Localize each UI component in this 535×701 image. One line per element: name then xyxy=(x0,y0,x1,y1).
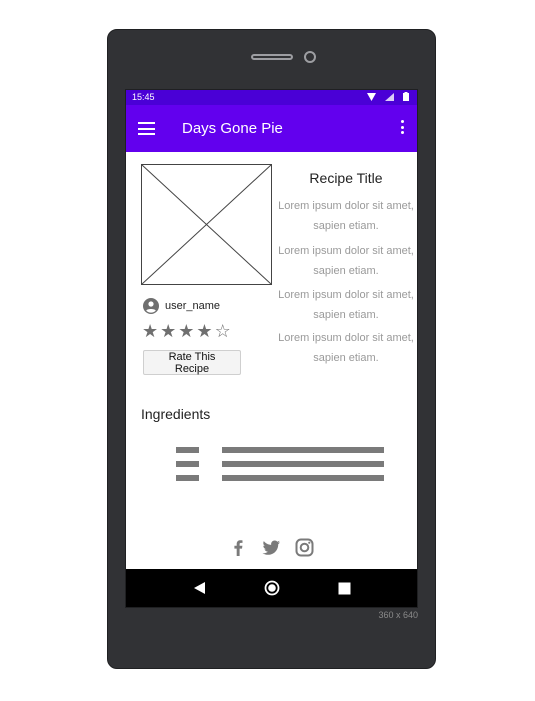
device-size-label: 360 x 640 xyxy=(378,610,418,620)
recipe-description-1: Lorem ipsum dolor sit amet, sapien etiam… xyxy=(278,200,414,232)
status-bar: 15:45 xyxy=(126,90,417,105)
star-filled-icon[interactable]: ★ xyxy=(196,322,212,340)
status-icons xyxy=(367,92,409,101)
hamburger-menu-icon[interactable] xyxy=(138,122,155,135)
wifi-icon xyxy=(367,92,376,101)
overflow-menu-icon[interactable] xyxy=(399,120,405,138)
status-time: 15:45 xyxy=(132,92,155,102)
app-title: Days Gone Pie xyxy=(182,120,283,137)
recipe-description-3: Lorem ipsum dolor sit amet, sapien etiam… xyxy=(278,289,414,321)
ingredient-bullet xyxy=(176,475,199,481)
battery-icon xyxy=(403,92,409,101)
recipe-description-2: Lorem ipsum dolor sit amet, sapien etiam… xyxy=(278,245,414,277)
recipe-description-4: Lorem ipsum dolor sit amet, sapien etiam… xyxy=(278,332,414,364)
ingredients-title: Ingredients xyxy=(141,406,211,422)
rate-recipe-button[interactable]: Rate This Recipe xyxy=(143,350,241,375)
ingredient-bullet xyxy=(176,461,199,467)
user-row: user_name xyxy=(143,298,220,314)
star-rating[interactable]: ★ ★ ★ ★ ☆ xyxy=(142,322,231,340)
back-icon[interactable] xyxy=(193,581,206,595)
social-links xyxy=(126,538,417,557)
star-filled-icon[interactable]: ★ xyxy=(178,322,194,340)
instagram-icon[interactable] xyxy=(295,538,314,557)
navigation-bar xyxy=(126,569,417,607)
ingredient-line xyxy=(222,447,384,453)
user-name: user_name xyxy=(165,300,221,312)
ingredient-line xyxy=(222,475,384,481)
facebook-icon[interactable] xyxy=(229,538,248,557)
star-empty-icon[interactable]: ☆ xyxy=(215,322,231,340)
phone-screen: 15:45 Days Gone Pie Recipe Title Lorem i… xyxy=(125,89,418,608)
star-filled-icon[interactable]: ★ xyxy=(142,322,158,340)
star-filled-icon[interactable]: ★ xyxy=(160,322,176,340)
ingredient-bullet xyxy=(176,447,199,453)
app-bar: Days Gone Pie xyxy=(126,105,417,152)
twitter-icon[interactable] xyxy=(262,538,281,557)
speaker xyxy=(251,54,293,60)
account-circle-icon xyxy=(143,298,159,314)
ingredient-line xyxy=(222,461,384,467)
recipe-title: Recipe Title xyxy=(309,170,383,186)
front-camera xyxy=(304,51,316,63)
home-icon[interactable] xyxy=(264,580,280,596)
signal-icon xyxy=(385,92,394,101)
recipe-image-placeholder xyxy=(141,164,272,285)
recents-icon[interactable] xyxy=(338,582,351,595)
